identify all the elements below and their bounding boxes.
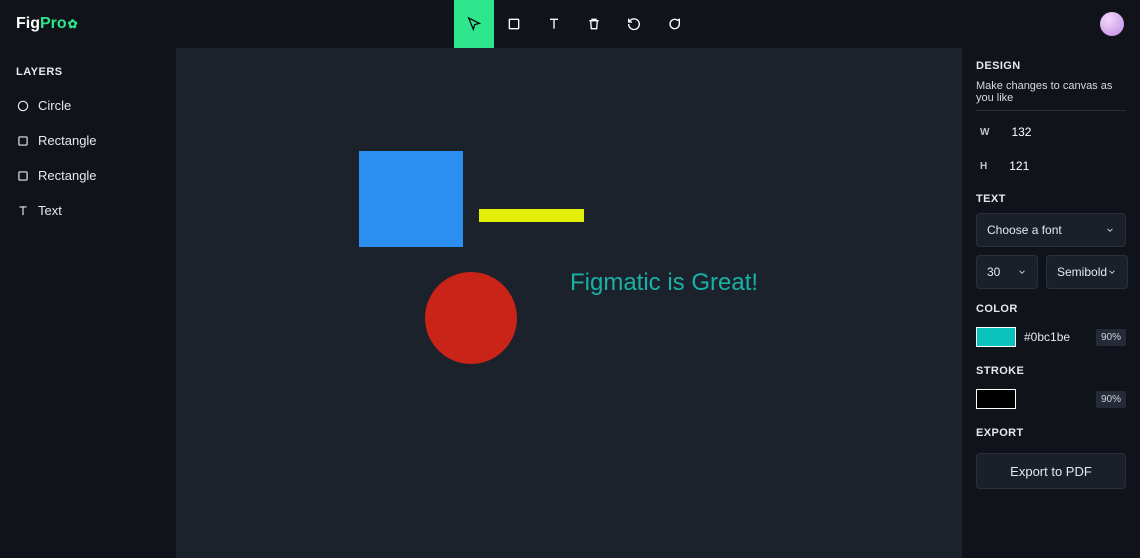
font-weight-value: Semibold (1057, 265, 1107, 279)
layer-item-rectangle[interactable]: Rectangle (0, 158, 176, 193)
font-select-label: Choose a font (987, 223, 1062, 237)
stroke-heading: STROKE (976, 365, 1126, 377)
reset-tool[interactable] (614, 0, 654, 48)
color-heading: COLOR (976, 303, 1126, 315)
layers-heading: LAYERS (0, 60, 176, 88)
export-button-label: Export to PDF (1010, 464, 1092, 479)
chevron-down-icon (1017, 267, 1027, 277)
reset-icon (626, 16, 642, 32)
design-panel: DESIGN Make changes to canvas as you lik… (962, 48, 1140, 558)
chevron-down-icon (1105, 225, 1115, 235)
canvas-rectangle-yellow[interactable] (479, 209, 584, 222)
layers-panel: LAYERS Circle Rectangle Rectangle Text (0, 48, 176, 558)
design-subtitle: Make changes to canvas as you like (976, 80, 1126, 111)
font-select[interactable]: Choose a font (976, 213, 1126, 247)
text-icon (546, 16, 562, 32)
width-label: W (980, 127, 989, 138)
export-heading: EXPORT (976, 427, 1126, 439)
color-hex[interactable]: #0bc1be (1024, 330, 1088, 344)
color-swatch[interactable] (976, 327, 1016, 347)
layer-label: Rectangle (38, 133, 97, 148)
width-value[interactable]: 132 (1011, 125, 1031, 139)
height-row: H 121 (976, 153, 1126, 179)
export-pdf-button[interactable]: Export to PDF (976, 453, 1126, 489)
delete-tool[interactable] (574, 0, 614, 48)
stroke-swatch[interactable] (976, 389, 1016, 409)
canvas[interactable]: Figmatic is Great! (176, 48, 962, 558)
text-heading: TEXT (976, 193, 1126, 205)
text-icon (16, 204, 30, 218)
app-logo: FigPro✿ (0, 15, 78, 33)
layer-item-circle[interactable]: Circle (0, 88, 176, 123)
square-icon (506, 16, 522, 32)
layer-item-rectangle[interactable]: Rectangle (0, 123, 176, 158)
avatar[interactable] (1100, 12, 1124, 36)
stroke-opacity[interactable]: 90% (1096, 391, 1126, 408)
design-heading: DESIGN (976, 60, 1126, 72)
circle-icon (16, 99, 30, 113)
height-label: H (980, 161, 987, 172)
width-row: W 132 (976, 119, 1126, 145)
canvas-rectangle-blue[interactable] (359, 151, 463, 247)
color-row: #0bc1be 90% (976, 323, 1126, 351)
rectangle-icon (16, 134, 30, 148)
comment-icon (666, 16, 682, 32)
toolbar (454, 0, 694, 48)
color-opacity[interactable]: 90% (1096, 329, 1126, 346)
layer-label: Circle (38, 98, 71, 113)
layer-label: Rectangle (38, 168, 97, 183)
logo-part1: Fig (16, 15, 40, 33)
font-size-value: 30 (987, 265, 1000, 279)
text-tool[interactable] (534, 0, 574, 48)
canvas-circle-red[interactable] (425, 272, 517, 364)
rectangle-tool[interactable] (494, 0, 534, 48)
logo-part2: Pro (40, 15, 67, 33)
trash-icon (586, 16, 602, 32)
pointer-tool[interactable] (454, 0, 494, 48)
font-weight-select[interactable]: Semibold (1046, 255, 1128, 289)
layer-label: Text (38, 203, 62, 218)
chevron-down-icon (1107, 267, 1117, 277)
font-size-select[interactable]: 30 (976, 255, 1038, 289)
height-value[interactable]: 121 (1009, 159, 1029, 173)
stroke-row: 90% (976, 385, 1126, 413)
rectangle-icon (16, 169, 30, 183)
canvas-text[interactable]: Figmatic is Great! (570, 269, 758, 297)
leaf-icon: ✿ (68, 17, 78, 31)
layer-item-text[interactable]: Text (0, 193, 176, 228)
pointer-icon (466, 16, 482, 32)
comment-tool[interactable] (654, 0, 694, 48)
